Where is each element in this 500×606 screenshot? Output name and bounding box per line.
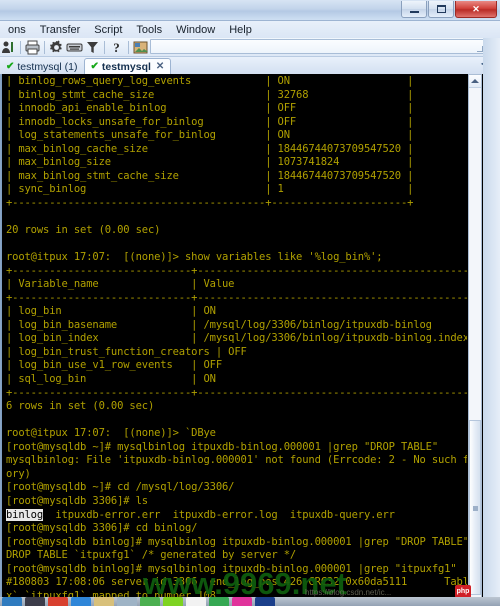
terminal-vertical-scrollbar[interactable]: [468, 74, 482, 601]
tab-close-icon[interactable]: ✕: [156, 61, 164, 72]
taskbar-music-icon[interactable]: [48, 597, 68, 606]
toolbar-separator: [104, 40, 105, 54]
connected-check-icon: ✔: [90, 61, 99, 72]
taskbar-dev-icon[interactable]: [255, 597, 275, 606]
toolbar-command-field[interactable]: [150, 39, 486, 54]
minimize-icon: [409, 10, 419, 13]
terminal-line: | log_bin_trust_function_creators | OFF …: [6, 345, 467, 358]
taskbar-pink-app-icon[interactable]: [232, 597, 252, 606]
taskbar-wechat-icon[interactable]: [140, 597, 160, 606]
taskbar-qq-icon[interactable]: [163, 597, 183, 606]
toolbar-separator: [20, 40, 21, 54]
terminal-line: [root@mysqldb ~]# mysqlbinlog itpuxdb-bi…: [6, 440, 439, 453]
window-title-bar: ✕: [0, 0, 500, 21]
window-right-border: [483, 38, 500, 606]
menu-bar: ons Transfer Script Tools Window Help: [0, 21, 500, 38]
scrollbar-thumb[interactable]: [469, 420, 481, 595]
menu-item-window[interactable]: Window: [170, 23, 221, 37]
terminal-line: ory): [6, 467, 31, 480]
window-controls: ✕: [401, 1, 497, 18]
terminal-line: #180803 17:08:06 server id 3306 end_log_…: [6, 576, 467, 589]
menu-item-help[interactable]: Help: [223, 23, 258, 37]
terminal-line: mysqlbinlog: File 'itpuxdb-binlog.000001…: [6, 454, 467, 467]
tab-testmysql[interactable]: ✔ testmysql ✕: [84, 58, 172, 74]
image-icon[interactable]: [132, 39, 149, 56]
close-icon: ✕: [472, 3, 480, 14]
terminal-line: | binlog_stmt_cache_size | 32768 |: [6, 88, 414, 101]
print-icon[interactable]: [24, 39, 41, 56]
terminal-text: | binlog_rows_query_log_events | ON | | b…: [2, 74, 467, 601]
terminal-line: +---------------------------------------…: [6, 196, 414, 209]
terminal-line: | max_binlog_cache_size | 18446744073709…: [6, 142, 414, 155]
toolbar-separator: [128, 40, 129, 54]
terminal-line: | binlog_rows_query_log_events | ON |: [6, 75, 414, 87]
tab-label: testmysql (1): [17, 60, 78, 73]
minimize-button[interactable]: [401, 1, 427, 18]
terminal-line: root@itpux 17:07: [(none)]> show variabl…: [6, 251, 383, 264]
menu-item-transfer[interactable]: Transfer: [34, 23, 87, 37]
taskbar-folder-icon[interactable]: [94, 597, 114, 606]
terminal-line: | log_bin | ON |: [6, 305, 467, 318]
close-button[interactable]: ✕: [455, 1, 497, 18]
os-taskbar: [0, 597, 500, 606]
terminal-line: +-----------------------------+---------…: [6, 264, 467, 277]
tab-label: testmysql: [101, 60, 151, 73]
taskbar-search-icon[interactable]: [186, 597, 206, 606]
terminal-output-pane[interactable]: | binlog_rows_query_log_events | ON | | b…: [1, 74, 467, 601]
terminal-line: | log_statements_unsafe_for_binlog | ON …: [6, 129, 414, 142]
remote-terminal-window: ✕ ons Transfer Script Tools Window Help: [0, 0, 500, 606]
terminal-segment: itpuxdb-error.err itpuxdb-error.log itpu…: [43, 508, 395, 521]
terminal-line: | sql_log_bin | ON |: [6, 373, 467, 386]
terminal-line: | max_binlog_size | 1073741824 |: [6, 156, 414, 169]
taskbar-ie-icon[interactable]: [71, 597, 91, 606]
terminal-line: DROP TABLE `itpuxfg1` /* generated by se…: [6, 549, 297, 562]
taskbar-explorer-icon[interactable]: [117, 597, 137, 606]
maximize-button[interactable]: [428, 1, 454, 18]
tab-testmysql-1[interactable]: ✔ testmysql (1): [0, 58, 84, 74]
maximize-icon: [436, 5, 446, 13]
terminal-line: | log_bin_index | /mysql/log/3306/binlog…: [6, 332, 467, 345]
terminal-line: 6 rows in set (0.00 sec): [6, 400, 155, 413]
menu-item-options[interactable]: ons: [2, 23, 32, 37]
session-tab-strip: ✔ testmysql (1) ✔ testmysql ✕ ◀ ▶: [0, 57, 500, 74]
toolbar: ?: [0, 38, 500, 57]
menu-item-tools[interactable]: Tools: [130, 23, 168, 37]
terminal-line: +-----------------------------+---------…: [6, 386, 467, 399]
svg-text:?: ?: [113, 40, 120, 55]
keyboard-icon[interactable]: [66, 39, 83, 56]
taskbar-browser-icon[interactable]: [2, 597, 22, 606]
terminal-line: +-----------------------------+---------…: [6, 291, 467, 304]
user-icon[interactable]: [0, 39, 17, 56]
terminal-line: [root@mysqldb ~]# cd /mysql/log/3306/: [6, 481, 235, 494]
gear-icon[interactable]: [48, 39, 65, 56]
terminal-line: 20 rows in set (0.00 sec): [6, 224, 161, 237]
connected-check-icon: ✔: [6, 61, 15, 72]
terminal-line: binlog itpuxdb-error.err itpuxdb-error.l…: [6, 508, 467, 523]
terminal-line: [root@mysqldb binlog]# mysqlbinlog itpux…: [6, 562, 457, 575]
terminal-line: [root@mysqldb 3306]# ls: [6, 494, 148, 507]
filter-icon[interactable]: [84, 39, 101, 56]
terminal-line: | innodb_locks_unsafe_for_binlog | OFF |: [6, 115, 414, 128]
taskbar-mail-icon[interactable]: [25, 597, 45, 606]
terminal-line: | innodb_api_enable_binlog | OFF |: [6, 102, 414, 115]
terminal-line: [root@mysqldb 3306]# cd binlog/: [6, 522, 198, 535]
help-icon[interactable]: ?: [108, 39, 125, 56]
toolbar-separator: [44, 40, 45, 54]
terminal-line: root@itpux 17:07: [(none)]> `DBye: [6, 427, 216, 440]
terminal-line: | sync_binlog | 1 |: [6, 183, 414, 196]
terminal-line: | max_binlog_stmt_cache_size | 184467440…: [6, 169, 414, 182]
menu-item-script[interactable]: Script: [88, 23, 128, 37]
terminal-line: | log_bin_use_v1_row_events | OFF |: [6, 359, 467, 372]
scroll-up-arrow-icon[interactable]: [469, 75, 481, 88]
terminal-line: | log_bin_basename | /mysql/log/3306/bin…: [6, 318, 467, 331]
highlighted-directory-name: binlog: [6, 508, 44, 521]
terminal-line: | Variable_name | Value |: [6, 278, 467, 291]
terminal-line: [root@mysqldb binlog]# mysqlbinlog itpux…: [6, 535, 467, 548]
taskbar-green-app-icon[interactable]: [209, 597, 229, 606]
